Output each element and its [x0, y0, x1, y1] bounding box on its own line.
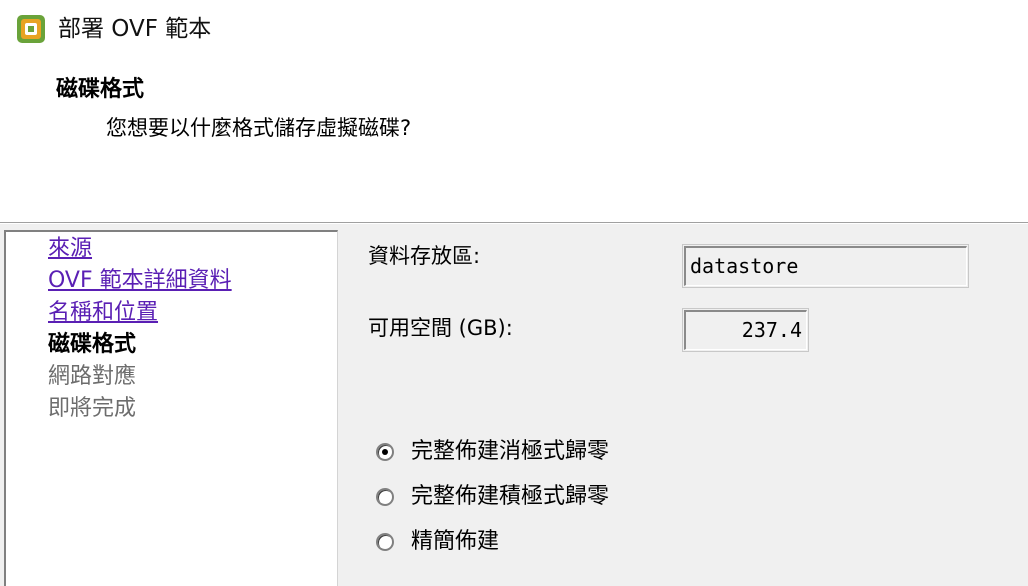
- page-title: 磁碟格式: [56, 77, 145, 102]
- title-bar: 部署 OVF 範本: [0, 0, 1028, 58]
- free-space-field: 237.4: [684, 310, 807, 350]
- option-thin-provision[interactable]: 精簡佈建: [376, 527, 499, 557]
- option-label: 精簡佈建: [411, 529, 500, 554]
- option-thick-eager-zeroed[interactable]: 完整佈建積極式歸零: [376, 482, 609, 512]
- radio-button[interactable]: [376, 533, 394, 551]
- vsphere-app-icon: [17, 15, 45, 43]
- radio-button-selected[interactable]: [376, 443, 394, 461]
- radio-button[interactable]: [376, 488, 394, 506]
- step-source[interactable]: 來源: [48, 234, 92, 264]
- page-question: 您想要以什麼格式儲存虛擬磁碟?: [106, 116, 412, 140]
- window-title: 部署 OVF 範本: [58, 16, 212, 42]
- wizard-steps-panel: 來源 OVF 範本詳細資料 名稱和位置 磁碟格式 網路對應 即將完成: [4, 230, 338, 586]
- datastore-field: datastore: [684, 246, 967, 286]
- step-network-mapping: 網路對應: [48, 364, 137, 389]
- free-space-label: 可用空間 (GB):: [368, 316, 513, 340]
- step-disk-format: 磁碟格式: [48, 332, 137, 357]
- option-thick-lazy-zeroed[interactable]: 完整佈建消極式歸零: [376, 437, 609, 467]
- datastore-label: 資料存放區:: [368, 244, 481, 268]
- wizard-header: 磁碟格式 您想要以什麼格式儲存虛擬磁碟?: [0, 58, 1028, 222]
- wizard-body: 來源 OVF 範本詳細資料 名稱和位置 磁碟格式 網路對應 即將完成 資料存放區…: [0, 224, 1028, 586]
- step-ovf-template-details[interactable]: OVF 範本詳細資料: [48, 266, 232, 296]
- option-label: 完整佈建消極式歸零: [411, 439, 610, 464]
- step-name-and-location[interactable]: 名稱和位置: [48, 298, 158, 328]
- step-ready-to-complete: 即將完成: [48, 396, 137, 421]
- option-label: 完整佈建積極式歸零: [411, 484, 610, 509]
